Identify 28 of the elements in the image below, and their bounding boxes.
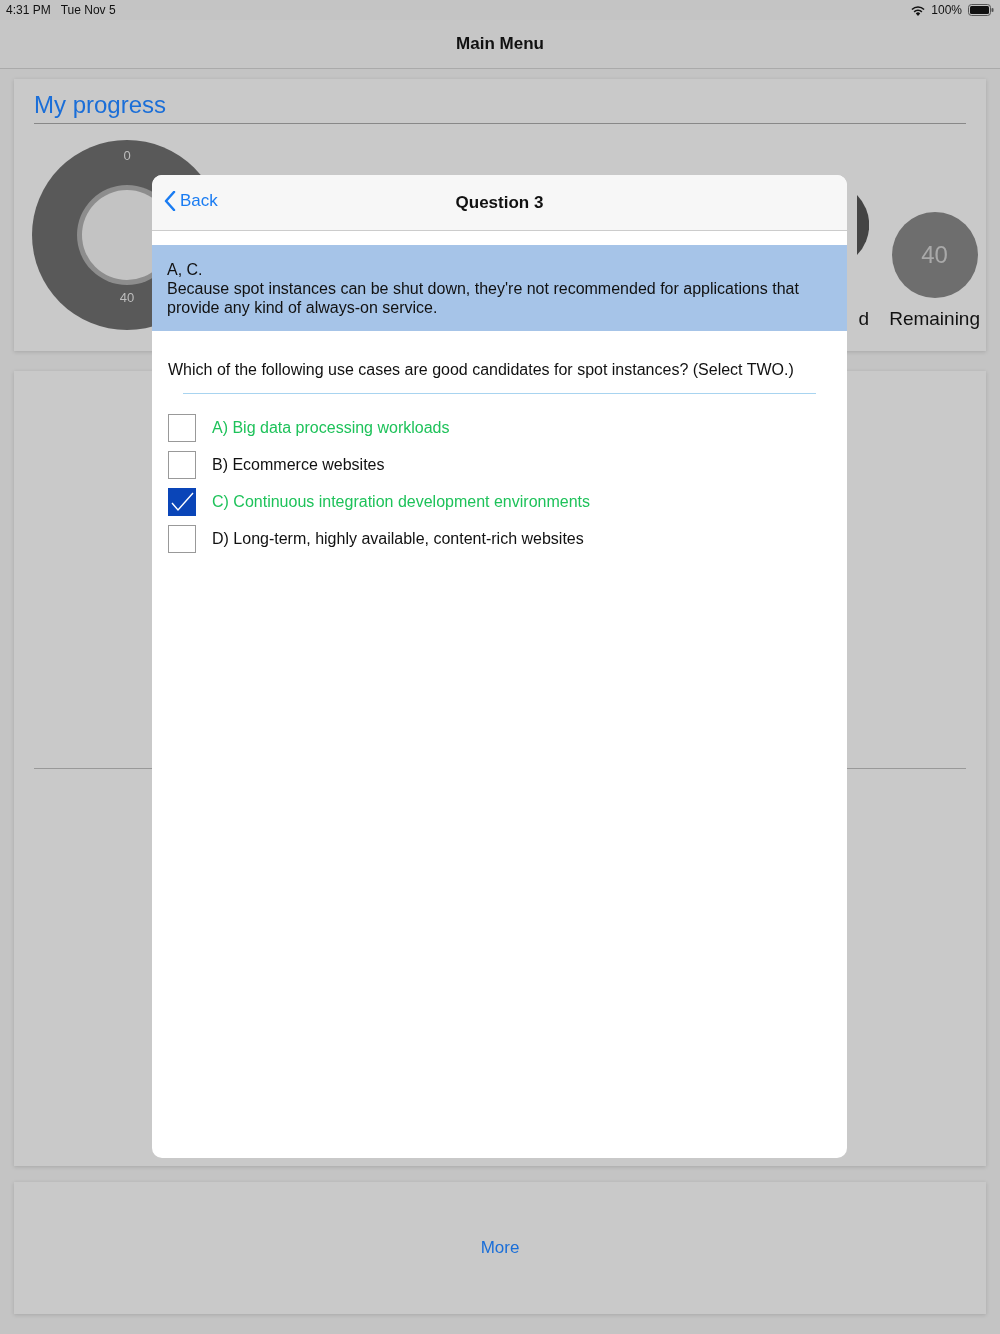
status-date: Tue Nov 5 [60, 3, 116, 17]
option-label: D) Long-term, highly available, content-rich websites [212, 530, 584, 548]
circle-drawing [856, 195, 869, 255]
checkbox[interactable] [168, 451, 196, 479]
status-time: 4:31 PM [6, 3, 51, 17]
dialog-title: Question 3 [455, 192, 544, 213]
nav-title: Main Menu [456, 34, 544, 54]
checkbox[interactable] [168, 414, 196, 442]
option-label: C) Continuous integration development environments [212, 493, 590, 511]
donut-label: 40 [118, 290, 136, 305]
checkbox[interactable] [168, 525, 196, 553]
stat-label: Remaining [889, 308, 980, 330]
donut-label: 0 [122, 148, 132, 163]
answer-explanation: Because spot instances can be shut down, they're not recommended for applications that provide any kind of always-on service. [167, 279, 800, 317]
option-label: A) Big data processing workloads [212, 419, 450, 437]
back-button[interactable]: Back [164, 191, 218, 211]
more-link[interactable]: More [474, 1237, 526, 1259]
stat-label: d [858, 308, 870, 330]
progress-title: My progress [34, 91, 966, 124]
remaining-count: 40 [891, 212, 978, 298]
option-label: B) Ecommerce websites [212, 456, 385, 474]
question-text: Which of the following use cases are good candidates for spot instances? (Select TWO.) [167, 360, 795, 379]
battery-icon [968, 4, 994, 16]
checkbox[interactable] [168, 488, 196, 516]
answer-letters: A, C. [167, 260, 204, 279]
wifi-icon [911, 4, 926, 16]
battery-percent: 100% [931, 3, 962, 17]
chevron-left-icon [164, 191, 176, 211]
